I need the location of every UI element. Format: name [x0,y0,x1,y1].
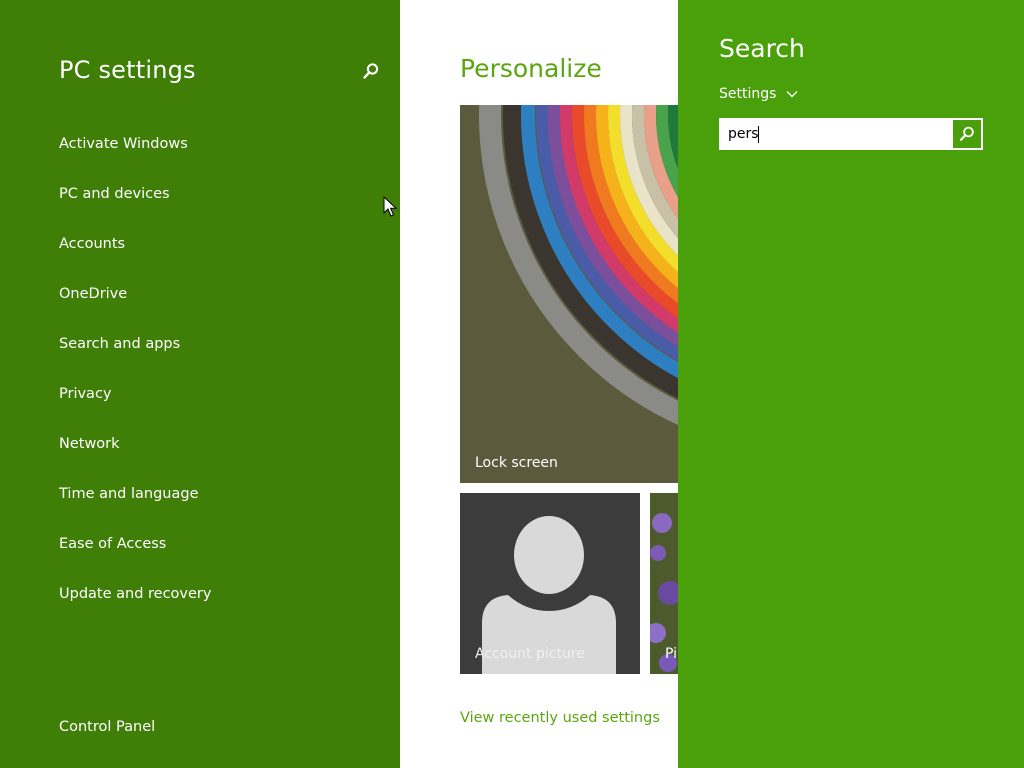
search-scope-label: Settings [719,86,777,102]
nav-item-time-and-language[interactable]: Time and language [59,484,211,534]
mouse-pointer-icon [383,196,397,217]
nav-item-search-and-apps[interactable]: Search and apps [59,334,211,384]
nav-item-accounts[interactable]: Accounts [59,234,211,284]
nav-item-ease-of-access[interactable]: Ease of Access [59,534,211,584]
lock-screen-image [460,105,678,483]
lock-screen-tile[interactable]: Lock screen [460,105,678,483]
personalize-content: Personalize Lock screen Account picture … [400,0,678,768]
text-caret [758,126,759,143]
search-submit-button[interactable] [953,120,981,148]
chevron-down-icon [786,91,798,98]
lock-screen-label: Lock screen [475,455,558,471]
settings-category-list: Activate Windows PC and devices Accounts… [59,134,211,634]
search-title: Search [719,34,805,63]
nav-item-activate-windows[interactable]: Activate Windows [59,134,211,184]
section-title: Personalize [460,54,602,83]
search-input[interactable] [728,119,948,149]
nav-item-pc-and-devices[interactable]: PC and devices [59,184,211,234]
nav-item-privacy[interactable]: Privacy [59,384,211,434]
search-icon [959,126,974,141]
account-picture-tile[interactable]: Account picture [460,493,640,674]
control-panel-link[interactable]: Control Panel [59,717,155,737]
picture-password-label: Pi [665,646,678,662]
nav-item-update-and-recovery[interactable]: Update and recovery [59,584,211,634]
left-navigation: PC settings Activate Windows PC and devi… [0,0,400,768]
view-recent-settings-link[interactable]: View recently used settings [460,710,660,726]
nav-item-network[interactable]: Network [59,434,211,484]
pc-settings-window: PC settings Activate Windows PC and devi… [0,0,1024,768]
picture-password-tile[interactable]: Pi [650,493,678,674]
search-charm-pane: Search Settings [678,0,1024,768]
search-icon[interactable] [362,62,380,80]
nav-item-onedrive[interactable]: OneDrive [59,284,211,334]
page-title: PC settings [59,56,196,84]
account-picture-label: Account picture [475,646,585,662]
search-scope-dropdown[interactable]: Settings [719,86,798,102]
search-box [719,118,983,150]
